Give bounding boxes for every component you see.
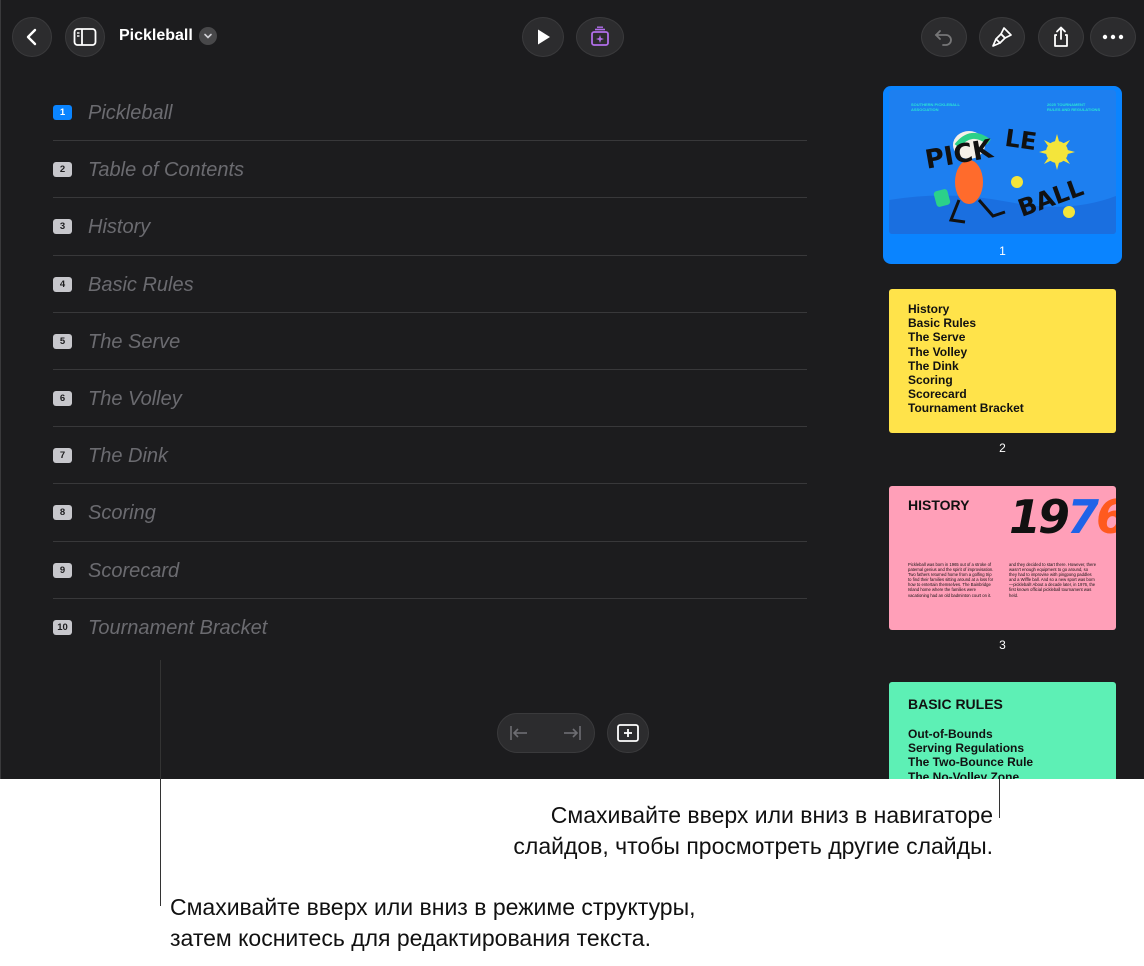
slide-3-heading: HISTORY — [908, 497, 970, 513]
outline-row[interactable]: 10 Tournament Bracket — [53, 599, 807, 656]
slide-2-line: History — [908, 302, 950, 316]
indent-button[interactable] — [562, 723, 582, 743]
slide-3-year: 1976 — [1009, 490, 1116, 544]
document-menu-button[interactable] — [199, 27, 217, 45]
more-button[interactable] — [1090, 17, 1136, 57]
back-button[interactable] — [12, 17, 52, 57]
slide-number-badge: 6 — [53, 390, 72, 406]
paintbrush-icon — [992, 27, 1012, 47]
slide-4-line: Serving Regulations — [908, 741, 1025, 756]
outline-row[interactable]: 5 The Serve — [53, 313, 807, 370]
slide-2-line: The Serve — [908, 330, 966, 345]
outline-row[interactable]: 3 History — [53, 198, 807, 256]
slide-1-title-part: LE — [1003, 123, 1039, 157]
outline-row-text[interactable]: Table of Contents — [88, 158, 244, 182]
outline-row[interactable]: 1 Pickleball — [53, 84, 807, 142]
chevron-left-icon — [26, 28, 37, 46]
outline-row[interactable]: 7 The Dink — [53, 427, 807, 485]
slide-2-line: The Dink — [908, 358, 959, 373]
slide-4-line: Out-of-Bounds — [908, 727, 993, 741]
outdent-icon — [510, 726, 527, 740]
outline-callout-text: Смахивайте вверх или вниз в режиме струк… — [170, 894, 696, 951]
pickleball-artwork — [889, 131, 1116, 234]
navigator-callout-line — [999, 779, 1000, 818]
slide-number: 1 — [999, 244, 1006, 258]
slide-3-paragraph: and they decided to start there. However… — [1009, 562, 1097, 598]
view-options-button[interactable] — [65, 17, 105, 57]
more-icon — [1102, 34, 1124, 40]
slide-thumbnail-2[interactable]: History Basic Rules The Serve The Volley… — [889, 289, 1116, 433]
navigator-callout-text: Смахивайте вверх или вниз в навигаторе с… — [513, 802, 993, 859]
share-button[interactable] — [1038, 17, 1084, 57]
slide-thumbnail-4[interactable]: BASIC RULES Out-of-Bounds Serving Regula… — [889, 682, 1116, 779]
slide-number-badge: 2 — [53, 162, 72, 178]
slide-number-badge: 4 — [53, 276, 72, 292]
keynote-outline-screen: Pickleball 1 Pickleball 2 Table of Conte… — [0, 0, 1144, 779]
slide-number-badge: 1 — [53, 105, 72, 120]
outline-row-text[interactable]: Pickleball — [88, 101, 172, 125]
slide-2-line: Tournament Bracket — [908, 401, 1024, 416]
play-icon — [538, 29, 550, 45]
slide-4-heading: BASIC RULES — [908, 696, 1003, 712]
outline-row-text[interactable]: Scoring — [88, 501, 156, 525]
outline-row[interactable]: 2 Table of Contents — [53, 141, 807, 199]
slide-number-badge: 8 — [53, 505, 72, 521]
slide-number-badge: 9 — [53, 562, 72, 578]
slide-number-badge: 3 — [53, 219, 72, 235]
play-button[interactable] — [522, 17, 564, 57]
outdent-button[interactable] — [509, 723, 529, 743]
slide-number-badge: 10 — [53, 619, 72, 635]
outline-row-text[interactable]: Tournament Bracket — [88, 616, 267, 640]
outline-callout-line — [160, 660, 161, 906]
outline-view[interactable]: 1 Pickleball 2 Table of Contents 3 Histo… — [53, 84, 807, 656]
sidebar-icon — [73, 28, 97, 46]
outline-row[interactable]: 9 Scorecard — [53, 542, 807, 599]
undo-button[interactable] — [921, 17, 967, 57]
magic-move-button[interactable] — [576, 17, 624, 57]
chevron-down-icon — [204, 33, 212, 39]
outline-row[interactable]: 4 Basic Rules — [53, 256, 807, 313]
add-slide-button[interactable] — [607, 713, 649, 753]
slide-4-line: The No-Volley Zone — [908, 769, 1020, 779]
slide-2-line: Basic Rules — [908, 316, 977, 331]
slide-number-badge: 5 — [53, 333, 72, 349]
outline-row-text[interactable]: Scorecard — [88, 559, 179, 583]
slide-4-line: The Two-Bounce Rule — [908, 755, 1034, 770]
outline-row-text[interactable]: History — [88, 215, 150, 239]
indent-controls — [497, 713, 595, 753]
outline-row[interactable]: 6 The Volley — [53, 370, 807, 428]
outline-row-text[interactable]: The Dink — [88, 444, 168, 468]
slide-number: 2 — [999, 441, 1006, 455]
slide-2-line: Scorecard — [908, 387, 967, 402]
slide-thumbnail-1[interactable]: SOUTHERN PICKLEBALL ASSOCIATION 2025 TOU… — [889, 90, 1116, 234]
outline-row-text[interactable]: The Serve — [88, 330, 180, 354]
outline-row-text[interactable]: The Volley — [88, 387, 182, 411]
format-button[interactable] — [979, 17, 1025, 57]
outline-row-text[interactable]: Basic Rules — [88, 273, 194, 297]
slide-2-line: The Volley — [908, 344, 968, 359]
indent-icon — [564, 726, 581, 740]
slide-3-paragraph: Pickleball was born in 1965 out of a str… — [908, 562, 994, 598]
slide-number: 3 — [999, 638, 1006, 652]
outline-row[interactable]: 8 Scoring — [53, 484, 807, 542]
slide-2-line: Scoring — [908, 373, 953, 388]
slide-thumbnail-3[interactable]: HISTORY 1976 Pickleball was born in 1965… — [889, 486, 1116, 630]
share-icon — [1054, 26, 1068, 47]
document-title[interactable]: Pickleball — [119, 26, 193, 46]
sparkle-icon — [591, 26, 609, 46]
slide-number-badge: 7 — [53, 448, 72, 464]
add-slide-icon — [617, 724, 639, 742]
undo-icon — [934, 30, 952, 46]
